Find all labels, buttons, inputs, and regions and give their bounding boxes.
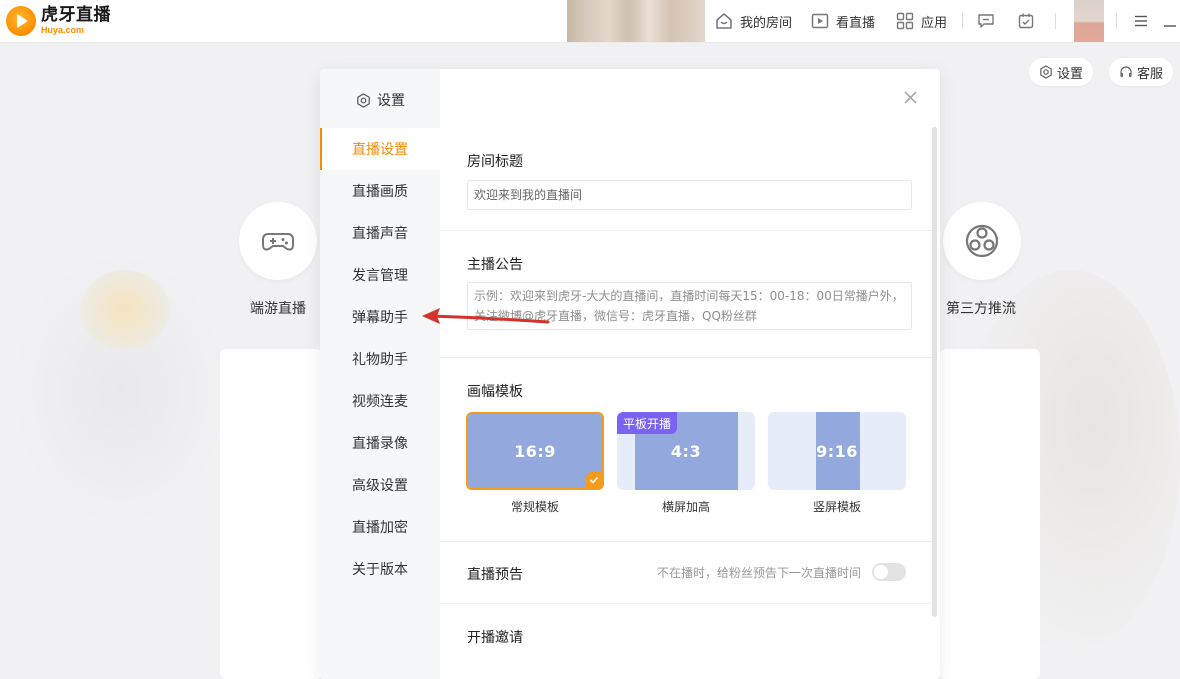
gear-icon bbox=[1040, 65, 1052, 79]
close-button[interactable] bbox=[900, 87, 920, 107]
content-panel bbox=[220, 349, 322, 679]
huya-logo-icon bbox=[6, 6, 36, 36]
section-divider bbox=[440, 603, 932, 604]
nav-divider bbox=[1116, 13, 1117, 29]
settings-sidebar: 设置 直播设置 直播画质 直播声音 发言管理 弹幕助手 礼物助手 视频连麦 直播录像 高级设置直… bbox=[320, 69, 440, 679]
sidebar-item[interactable]: 直播声音 bbox=[320, 212, 440, 254]
blurred-user-banner bbox=[567, 0, 705, 42]
menu-button[interactable] bbox=[1131, 11, 1151, 31]
calendar-button[interactable] bbox=[1016, 11, 1036, 31]
section-divider bbox=[440, 541, 932, 542]
close-icon bbox=[903, 90, 917, 104]
top-bar: 虎牙直播 Huya.com 我的房间 看直播 应用 bbox=[0, 0, 1180, 43]
settings-title-label: 设置 bbox=[377, 93, 405, 109]
nav-apps[interactable]: 应用 bbox=[895, 10, 947, 32]
room-title-input[interactable]: 欢迎来到我的直播间 bbox=[467, 180, 912, 210]
gamepad-icon bbox=[262, 233, 294, 251]
settings-dialog: 设置 直播设置 直播画质 直播声音 发言管理 弹幕助手 礼物助手 视频连麦 直播录像 高级设置直… bbox=[320, 69, 940, 679]
sidebar-item[interactable]: 直播设置 bbox=[320, 128, 440, 170]
logo-text-cn: 虎牙直播 bbox=[41, 5, 111, 25]
customer-service-label: 客服 bbox=[1137, 66, 1164, 82]
sidebar-item[interactable]: 礼物助手 bbox=[320, 338, 440, 380]
huya-logo[interactable]: 虎牙直播 Huya.com bbox=[6, 4, 111, 38]
nav-watch-live[interactable]: 看直播 bbox=[810, 10, 875, 32]
template-ratio: 9:16 bbox=[816, 441, 858, 461]
message-icon bbox=[978, 14, 994, 28]
template-name: 竖屏模板 bbox=[812, 500, 861, 514]
template-16-9-card[interactable]: 16:9 bbox=[466, 412, 604, 490]
sidebar-item[interactable]: 高级设置 bbox=[320, 464, 440, 506]
live-preview-hint: 不在播时，给粉丝预告下一次直播时间 bbox=[657, 566, 862, 580]
minimize-icon bbox=[1164, 25, 1176, 27]
nav-watch-live-label: 看直播 bbox=[836, 15, 876, 31]
section-divider bbox=[440, 357, 932, 358]
sidebar-item[interactable]: 直播加密 bbox=[320, 506, 440, 548]
calendar-icon bbox=[1018, 13, 1034, 29]
toggle-knob bbox=[874, 565, 888, 579]
sidebar-item[interactable]: 发言管理 bbox=[320, 254, 440, 296]
settings-title: 设置 bbox=[356, 89, 405, 111]
content-panel bbox=[940, 349, 1040, 679]
section-divider bbox=[440, 230, 932, 231]
pc-game-live-button[interactable] bbox=[239, 202, 317, 280]
play-icon bbox=[811, 13, 829, 29]
headset-icon bbox=[1120, 66, 1132, 77]
grid-icon bbox=[896, 12, 914, 30]
message-button[interactable] bbox=[976, 11, 996, 31]
sidebar-item[interactable]: 直播画质 bbox=[320, 170, 440, 212]
nav-divider bbox=[962, 13, 963, 29]
logo-text-en: Huya.com bbox=[41, 25, 85, 35]
third-party-stream-label: 第三方推流 bbox=[946, 301, 1016, 317]
live-preview-heading: 直播预告 bbox=[467, 567, 523, 583]
selected-check-icon bbox=[586, 472, 602, 488]
live-invite-heading: 开播邀请 bbox=[467, 630, 523, 646]
tiger-mascot-image bbox=[80, 270, 170, 350]
template-4-3-card[interactable]: 4:3 平板开播 bbox=[617, 412, 755, 490]
announcement-heading: 主播公告 bbox=[467, 257, 523, 273]
gear-icon bbox=[357, 92, 370, 108]
nav-my-room-label: 我的房间 bbox=[740, 15, 793, 31]
customer-service-button[interactable]: 客服 bbox=[1109, 58, 1174, 86]
live-preview-toggle[interactable] bbox=[872, 563, 906, 581]
sidebar-item[interactable]: 视频连麦 bbox=[320, 380, 440, 422]
third-party-stream-button[interactable] bbox=[943, 202, 1021, 280]
template-ratio: 16:9 bbox=[514, 441, 556, 461]
home-icon bbox=[716, 13, 732, 29]
nav-my-room[interactable]: 我的房间 bbox=[714, 10, 792, 32]
settings-button-label: 设置 bbox=[1057, 66, 1084, 82]
user-avatar[interactable] bbox=[1074, 0, 1104, 42]
room-title-heading: 房间标题 bbox=[467, 154, 523, 170]
sidebar-item[interactable]: 关于版本 bbox=[320, 548, 440, 590]
settings-button[interactable]: 设置 bbox=[1029, 58, 1094, 86]
template-9-16-card[interactable]: 9:16 bbox=[768, 412, 906, 490]
template-heading: 画幅模板 bbox=[467, 384, 523, 400]
template-name: 常规模板 bbox=[510, 500, 559, 514]
tablet-live-badge: 平板开播 bbox=[617, 412, 678, 434]
sidebar-item[interactable]: 直播录像 bbox=[320, 422, 440, 464]
red-arrow-annotation bbox=[422, 308, 550, 324]
minimize-button[interactable] bbox=[1160, 11, 1180, 31]
obs-icon bbox=[965, 224, 999, 258]
nav-divider bbox=[1055, 13, 1056, 29]
pc-game-live-label: 端游直播 bbox=[250, 301, 306, 317]
template-name: 横屏加高 bbox=[661, 500, 710, 514]
scrollbar[interactable] bbox=[932, 127, 937, 617]
nav-apps-label: 应用 bbox=[921, 15, 948, 31]
hamburger-menu-icon bbox=[1135, 15, 1147, 27]
